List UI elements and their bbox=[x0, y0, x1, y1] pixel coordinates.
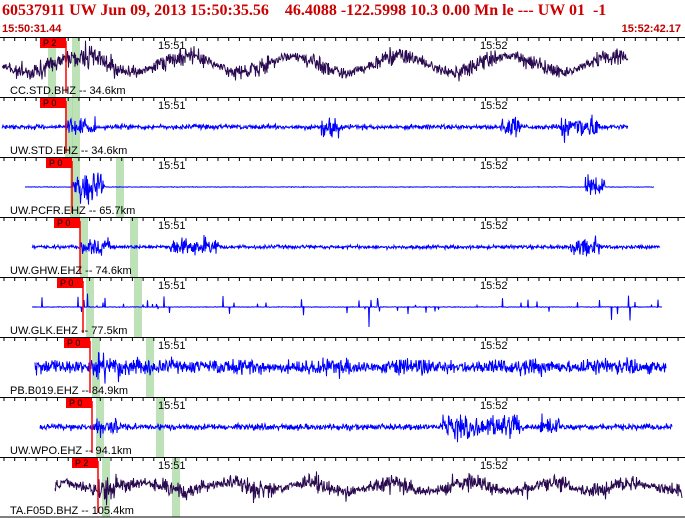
time-mark-label: 15:51 bbox=[158, 400, 186, 412]
waveform-trace bbox=[1, 40, 629, 82]
pick-label: P 0 bbox=[69, 398, 82, 408]
time-mark-label: 15:51 bbox=[158, 100, 186, 112]
station-label: CC.STD.BHZ -- 34.6km bbox=[10, 85, 126, 97]
time-mark-label: 15:51 bbox=[158, 460, 186, 472]
time-mark-label: 15:52 bbox=[480, 220, 508, 232]
waveform-trace bbox=[34, 351, 667, 384]
time-mark-label: 15:52 bbox=[480, 40, 508, 52]
time-mark-label: 15:51 bbox=[158, 220, 186, 232]
waveform-trace bbox=[31, 234, 661, 257]
station-label: UW.WPO.EHZ -- 94.1km bbox=[10, 445, 132, 457]
waveform-trace bbox=[1, 114, 629, 143]
pick-label: P 2 bbox=[75, 458, 88, 468]
time-mark-label: 15:52 bbox=[480, 460, 508, 472]
station-label: PB.B019.EHZ -- 84.9km bbox=[10, 385, 128, 397]
pick-label: P 0 bbox=[60, 278, 73, 288]
pick-label: P 0 bbox=[67, 338, 80, 348]
pick-label: P 0 bbox=[43, 98, 56, 108]
station-label: UW.GLK.EHZ -- 77.5km bbox=[10, 325, 127, 337]
time-mark-label: 15:51 bbox=[158, 340, 186, 352]
station-label: UW.PCFR.EHZ -- 65.7km bbox=[10, 205, 135, 217]
seismogram-panel[interactable]: 15:51 15:52 P 2 CC.STD.BHZ -- 34.6km 15:51 15… bbox=[0, 0, 685, 518]
time-mark-label: 15:52 bbox=[480, 280, 508, 292]
station-label: UW.GHW.EHZ -- 74.6km bbox=[10, 265, 132, 277]
pick-label: P 2 bbox=[43, 38, 56, 48]
station-label: UW.STD.EHZ -- 34.6km bbox=[10, 145, 127, 157]
waveform-trace bbox=[39, 413, 673, 443]
time-mark-label: 15:52 bbox=[480, 340, 508, 352]
pick-label: P 0 bbox=[57, 218, 70, 228]
pick-label: P 0 bbox=[49, 158, 62, 168]
time-mark-label: 15:51 bbox=[158, 40, 186, 52]
time-mark-label: 15:51 bbox=[158, 160, 186, 172]
waveform-trace bbox=[31, 293, 662, 328]
station-label: TA.F05D.BHZ -- 105.4km bbox=[10, 505, 134, 517]
time-mark-label: 15:52 bbox=[480, 100, 508, 112]
time-mark-label: 15:52 bbox=[480, 160, 508, 172]
time-mark-label: 15:51 bbox=[158, 280, 186, 292]
time-mark-label: 15:52 bbox=[480, 400, 508, 412]
waveform-trace bbox=[54, 471, 683, 506]
